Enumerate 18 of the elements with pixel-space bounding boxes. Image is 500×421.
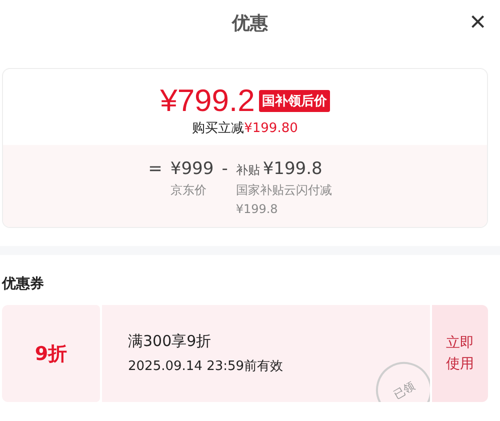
equals-sign: =: [148, 158, 162, 181]
coupon-condition: 满300享9折: [128, 332, 212, 351]
coupon-validity: 2025.09.14 23:59前有效: [128, 358, 284, 375]
use-now-button[interactable]: 立即使用: [432, 305, 488, 402]
base-caption: 京东价: [170, 182, 208, 199]
subsidy-label: 补贴: [236, 162, 260, 179]
final-price: ¥799.2: [160, 83, 255, 119]
base-price: ¥999: [170, 158, 214, 181]
saving-text: 购买立减¥199.80: [192, 120, 298, 137]
price-tag: 国补领后价: [258, 90, 330, 112]
close-button[interactable]: ×: [466, 8, 490, 36]
minus-sign: -: [222, 158, 228, 181]
subsidy-price: ¥199.8: [262, 158, 322, 181]
subsidy-caption: 国家补贴云闪付减: [236, 182, 332, 199]
coupon-discount: 9折: [2, 305, 100, 402]
section-title: 优惠券: [2, 275, 45, 293]
subsidy-amount: ¥199.8: [236, 201, 279, 218]
sheet-title: 优惠: [232, 12, 268, 35]
